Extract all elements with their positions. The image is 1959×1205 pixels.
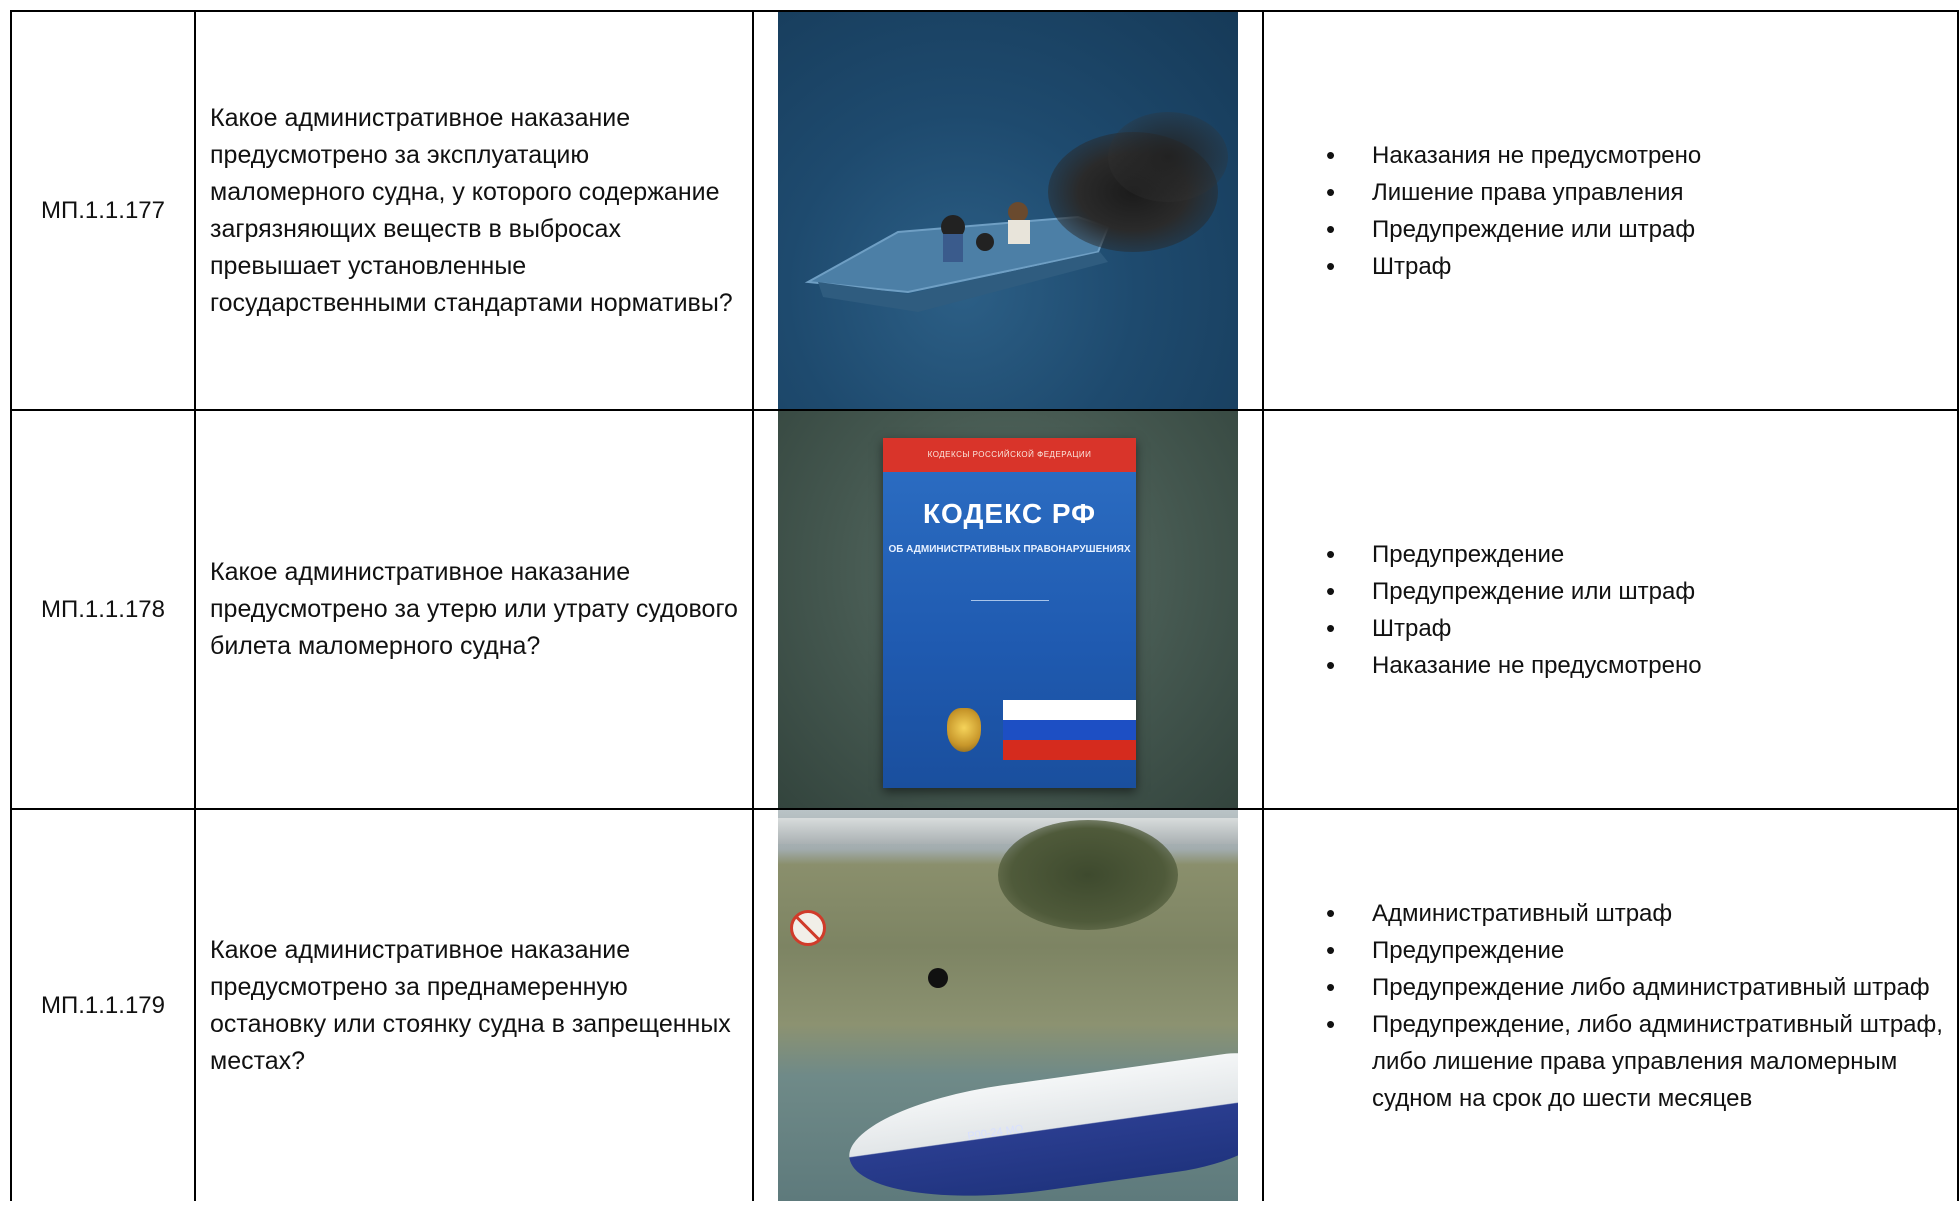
answer-option: Предупреждение, либо административный шт…	[1326, 1006, 1947, 1117]
table-row: МП.1.1.178 Какое административное наказа…	[10, 409, 1959, 810]
answer-option: Предупреждение	[1326, 536, 1947, 573]
answer-option: Наказания не предусмотрено	[1326, 137, 1947, 174]
coat-of-arms-icon	[947, 708, 981, 752]
answer-option: Предупреждение или штраф	[1326, 211, 1947, 248]
question-id: МП.1.1.179	[10, 808, 196, 1201]
answer-list: Предупреждение Предупреждение или штраф …	[1264, 536, 1957, 684]
answer-option: Наказание не предусмотрено	[1326, 647, 1947, 684]
book-subtitle: ОБ АДМИНИСТРАТИВНЫХ ПРАВОНАРУШЕНИЯХ	[888, 544, 1131, 555]
question-text: Какое административное наказание предусм…	[194, 409, 754, 810]
table-row: МП.1.1.177 Какое административное наказа…	[10, 10, 1959, 411]
answer-option: Предупреждение	[1326, 932, 1947, 969]
no-anchoring-sign-icon	[790, 910, 826, 946]
code-book-cover: КОДЕКСЫ РОССИЙСКОЙ ФЕДЕРАЦИИ КОДЕКС РФ О…	[883, 438, 1136, 788]
shore-boat-image: Р00-24 МО	[778, 810, 1238, 1201]
bridge	[778, 818, 1238, 844]
question-image-cell: Р00-24 МО	[752, 808, 1264, 1201]
answers-cell: Наказания не предусмотрено Лишение права…	[1262, 10, 1959, 411]
questions-table: МП.1.1.177 Какое административное наказа…	[10, 10, 1959, 1201]
question-id: МП.1.1.177	[10, 10, 196, 411]
answer-list: Административный штраф Предупреждение Пр…	[1264, 895, 1957, 1117]
answers-cell: Предупреждение Предупреждение или штраф …	[1262, 409, 1959, 810]
answer-option: Лишение права управления	[1326, 174, 1947, 211]
code-book-image: КОДЕКСЫ РОССИЙСКОЙ ФЕДЕРАЦИИ КОДЕКС РФ О…	[778, 411, 1238, 808]
question-id: МП.1.1.178	[10, 409, 196, 810]
table-row: МП.1.1.179 Какое административное наказа…	[10, 808, 1959, 1201]
book-series-label: КОДЕКСЫ РОССИЙСКОЙ ФЕДЕРАЦИИ	[883, 438, 1136, 472]
question-text: Какое административное наказание предусм…	[194, 808, 754, 1201]
answer-option: Административный штраф	[1326, 895, 1947, 932]
answer-list: Наказания не предусмотрено Лишение права…	[1264, 137, 1957, 285]
answer-option: Предупреждение или штраф	[1326, 573, 1947, 610]
book-title: КОДЕКС РФ	[922, 498, 1097, 529]
question-text: Какое административное наказание предусм…	[194, 10, 754, 411]
answer-option: Штраф	[1326, 248, 1947, 285]
question-image-cell	[752, 10, 1264, 411]
answer-option: Штраф	[1326, 610, 1947, 647]
trees	[998, 820, 1178, 930]
marker-dot	[928, 968, 948, 988]
answer-option: Предупреждение либо административный штр…	[1326, 969, 1947, 1006]
boat-registration: Р00-24 МО	[966, 1122, 1025, 1143]
boat-smoke-image	[778, 12, 1238, 409]
question-image-cell: КОДЕКСЫ РОССИЙСКОЙ ФЕДЕРАЦИИ КОДЕКС РФ О…	[752, 409, 1264, 810]
answers-cell: Административный штраф Предупреждение Пр…	[1262, 808, 1959, 1201]
russian-flag-icon	[1003, 700, 1136, 760]
